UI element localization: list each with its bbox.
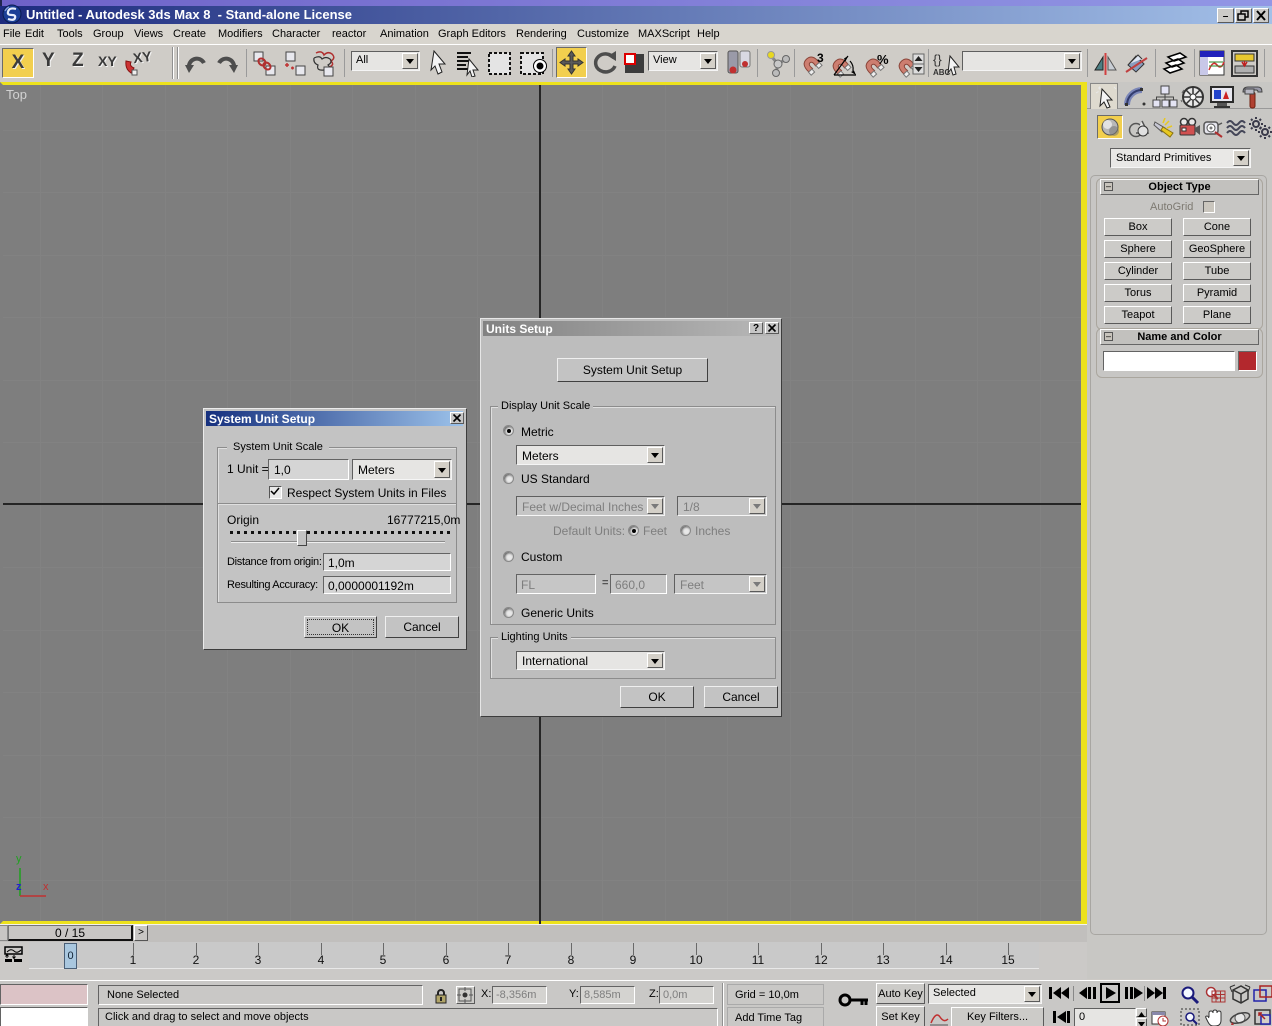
svg-text:z: z bbox=[16, 881, 22, 893]
svg-text:{}: {} bbox=[933, 52, 942, 67]
svg-text:3: 3 bbox=[817, 52, 824, 65]
svg-text:%: % bbox=[877, 52, 889, 67]
svg-text:x: x bbox=[43, 881, 49, 893]
svg-text:y: y bbox=[16, 853, 22, 865]
